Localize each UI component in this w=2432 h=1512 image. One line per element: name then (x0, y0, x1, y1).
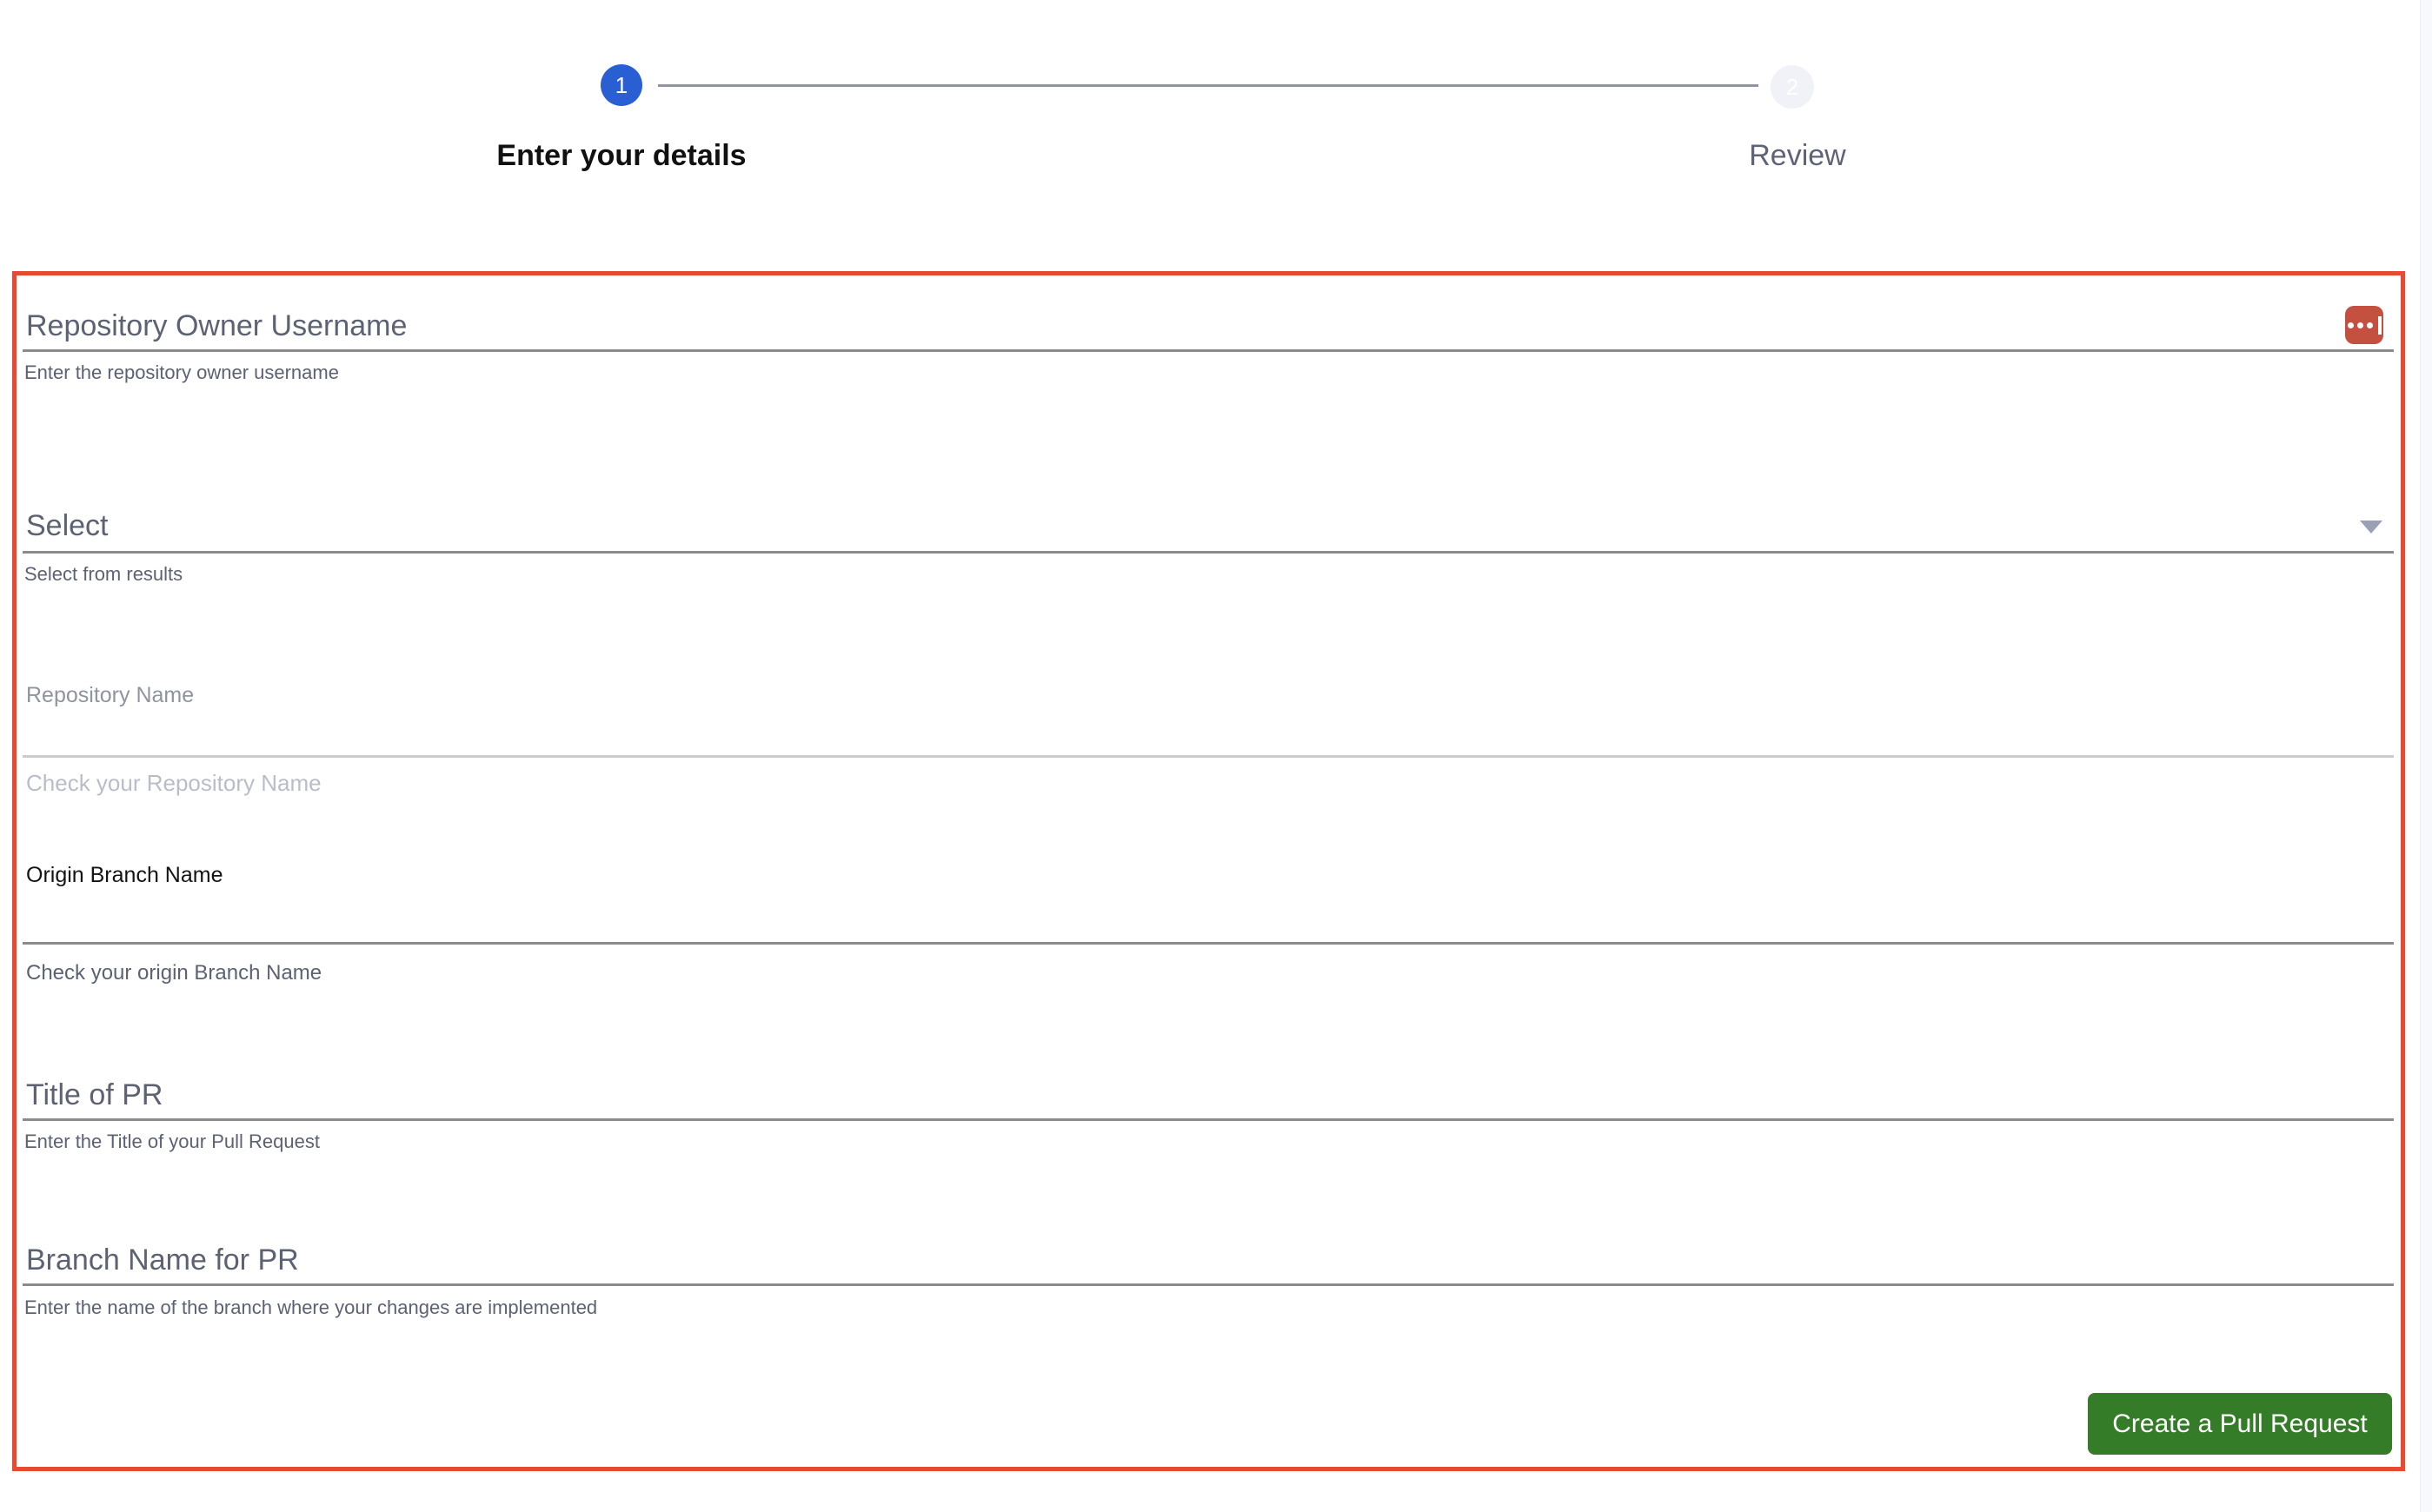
password-manager-icon[interactable] (2345, 306, 2383, 344)
pr-title-helper: Enter the Title of your Pull Request (24, 1131, 320, 1152)
pull-request-form-page: 1 2 Enter your details Review Repository… (0, 0, 2432, 1512)
repository-owner-username-label: Repository Owner Username (26, 309, 408, 342)
pr-branch-name-underline (23, 1283, 2394, 1286)
step-2-number: 2 (1785, 73, 1799, 100)
scrollbar-gutter (2420, 0, 2432, 1512)
origin-branch-name-helper: Check your origin Branch Name (26, 961, 322, 985)
create-pull-request-button[interactable]: Create a Pull Request (2088, 1393, 2392, 1455)
step-1-number: 1 (615, 71, 628, 98)
repository-owner-username-underline (23, 349, 2394, 352)
password-manager-icon-dot (2366, 322, 2373, 328)
pr-branch-name-helper: Enter the name of the branch where your … (24, 1296, 598, 1318)
dropdown-arrow-icon[interactable] (2360, 521, 2382, 534)
pr-title-underline (23, 1118, 2394, 1121)
password-manager-icon-dot (2347, 322, 2354, 328)
repository-name-input[interactable] (23, 706, 2394, 758)
step-1-label: Enter your details (496, 139, 747, 172)
select-result-helper: Select from results (24, 563, 183, 585)
step-2-label: Review (1749, 139, 1846, 172)
pr-title-label: Title of PR (26, 1078, 163, 1111)
repository-name-helper: Check your Repository Name (26, 770, 322, 796)
repository-name-underline (23, 755, 2394, 758)
step-1-circle[interactable]: 1 (601, 64, 642, 106)
origin-branch-name-input[interactable] (23, 890, 2394, 942)
password-manager-icon-cursor (2377, 315, 2382, 335)
stepper-connector-line (658, 84, 1758, 87)
repository-owner-username-helper: Enter the repository owner username (24, 361, 339, 383)
select-result-underline (23, 551, 2394, 554)
password-manager-icon-dot (2356, 322, 2363, 328)
origin-branch-name-underline (23, 942, 2394, 945)
origin-branch-name-label: Origin Branch Name (26, 863, 223, 887)
repository-name-label: Repository Name (26, 683, 195, 707)
select-result-label: Select (26, 509, 109, 542)
step-2-circle[interactable]: 2 (1771, 65, 1814, 109)
pr-branch-name-label: Branch Name for PR (26, 1243, 299, 1277)
